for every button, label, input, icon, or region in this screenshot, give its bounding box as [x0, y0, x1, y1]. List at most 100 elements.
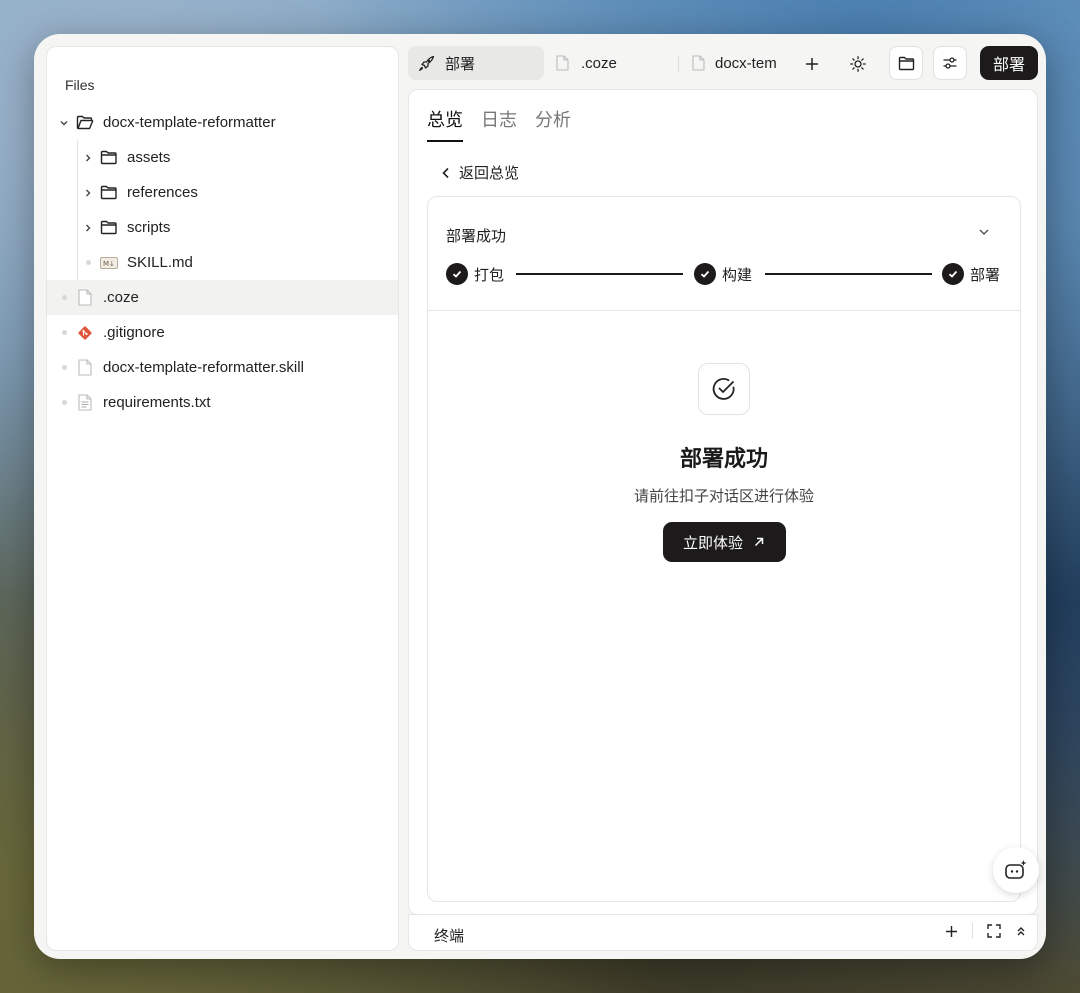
settings-button[interactable] [933, 46, 967, 80]
theme-toggle-button[interactable] [848, 54, 868, 74]
tab-label: 部署 [445, 55, 476, 73]
check-circle-icon [446, 263, 468, 285]
deploy-button[interactable]: 部署 [980, 46, 1038, 80]
files-button[interactable] [889, 46, 923, 80]
tree-item-label: SKILL.md [127, 254, 193, 271]
fullscreen-button[interactable] [987, 924, 1001, 938]
tree-item-label: docx-template-reformatter [103, 114, 276, 131]
step-connector [516, 273, 683, 275]
tree-item-label: scripts [127, 219, 171, 236]
tree-item-label: references [127, 184, 198, 201]
app-window: Files docx-template-reformatter assets r… [34, 34, 1046, 959]
deploy-steps: 打包 构建 部署 [446, 263, 1002, 285]
step-connector [765, 273, 932, 275]
rocket-icon [418, 55, 435, 72]
tree-item-skill-md[interactable]: M↓ SKILL.md [47, 245, 398, 280]
tab-label: .coze [581, 54, 617, 72]
subtab-bar: 总览 日志 分析 [427, 106, 571, 142]
tree-item-label: .gitignore [103, 324, 165, 341]
folder-icon [99, 219, 119, 237]
chevron-down-icon [979, 229, 989, 235]
card-header: 部署成功 打包 构建 部署 [428, 197, 1020, 311]
deploy-status-card: 部署成功 打包 构建 部署 部署成功 请前往扣子对话区进行体验 立即体验 [427, 196, 1021, 902]
subtab-logs[interactable]: 日志 [481, 106, 517, 142]
step-label: 打包 [474, 266, 505, 284]
back-to-overview-link[interactable]: 返回总览 [441, 162, 519, 183]
git-icon [75, 324, 95, 342]
file-icon [75, 359, 95, 377]
arrow-up-right-icon [754, 537, 764, 547]
success-subtitle: 请前往扣子对话区进行体验 [633, 488, 814, 505]
files-title: Files [65, 77, 95, 93]
back-label: 返回总览 [459, 165, 520, 182]
sun-icon [850, 56, 866, 72]
folder-icon [99, 149, 119, 167]
folder-icon [99, 184, 119, 202]
tab-label: docx-tem [715, 54, 777, 72]
chevron-down-icon [57, 118, 71, 128]
tab-deploy[interactable]: 部署 [408, 46, 544, 80]
ai-assistant-button[interactable] [993, 847, 1039, 893]
tree-dot [57, 365, 71, 370]
check-circle-icon [694, 263, 716, 285]
file-icon [75, 289, 95, 307]
tree-item-assets[interactable]: assets [47, 140, 398, 175]
fullscreen-icon [987, 924, 1001, 938]
tree-dot [81, 260, 95, 265]
step-build: 构建 [694, 263, 752, 285]
tree-dot [57, 330, 71, 335]
check-circle-icon [942, 263, 964, 285]
tab-bar: 部署 .coze docx-tem 部署 [408, 46, 1038, 82]
tree-item-scripts[interactable]: scripts [47, 210, 398, 245]
step-label: 构建 [722, 266, 753, 284]
file-explorer: Files docx-template-reformatter assets r… [46, 46, 399, 951]
step-package: 打包 [446, 263, 504, 285]
tree-item-label: .coze [103, 289, 139, 306]
bot-sparkle-icon [1005, 860, 1027, 879]
plus-icon [806, 58, 818, 70]
chevrons-up-icon [1017, 927, 1025, 936]
terminal-label: 终端 [434, 928, 465, 945]
tree-item-root-folder[interactable]: docx-template-reformatter [47, 105, 398, 140]
markdown-icon: M↓ [99, 254, 119, 272]
new-terminal-button[interactable] [945, 925, 958, 938]
tree-item-coze[interactable]: .coze [47, 280, 398, 315]
file-icon [692, 55, 705, 71]
tab-docx-template[interactable]: docx-tem [692, 46, 802, 80]
success-title: 部署成功 [679, 446, 768, 471]
folder-open-icon [75, 114, 95, 132]
file-tree: docx-template-reformatter assets referen… [47, 105, 398, 420]
chevron-right-icon [81, 223, 95, 233]
chevron-right-icon [81, 153, 95, 163]
tree-item-label: assets [127, 149, 171, 166]
tree-dot [57, 400, 71, 405]
tree-item-requirements[interactable]: requirements.txt [47, 385, 398, 420]
text-file-icon [75, 394, 95, 412]
tree-item-label: docx-template-reformatter.skill [103, 359, 304, 376]
main-panel: 总览 日志 分析 返回总览 部署成功 打包 构建 部署 部署成功 请前往扣子对话… [408, 89, 1038, 915]
tree-dot [57, 295, 71, 300]
tree-item-gitignore[interactable]: .gitignore [47, 315, 398, 350]
tree-item-skill-file[interactable]: docx-template-reformatter.skill [47, 350, 398, 385]
tab-divider [678, 56, 679, 72]
sliders-icon [943, 57, 957, 69]
terminal-bar[interactable]: 终端 [408, 914, 1038, 951]
chevron-left-icon [442, 167, 449, 178]
expand-terminal-button[interactable] [1015, 925, 1027, 937]
step-label: 部署 [970, 266, 1001, 284]
tree-item-label: requirements.txt [103, 394, 211, 411]
add-tab-button[interactable] [802, 54, 822, 74]
try-now-button[interactable]: 立即体验 [662, 522, 786, 562]
collapse-card-button[interactable] [978, 225, 990, 243]
tree-item-references[interactable]: references [47, 175, 398, 210]
terminal-actions [945, 923, 1027, 939]
file-icon [556, 55, 569, 71]
subtab-overview[interactable]: 总览 [427, 106, 463, 142]
divider [972, 923, 973, 939]
success-panel: 部署成功 请前往扣子对话区进行体验 立即体验 [428, 363, 1020, 562]
tab-coze[interactable]: .coze [556, 46, 674, 80]
card-title: 部署成功 [446, 228, 507, 245]
subtab-analytics[interactable]: 分析 [535, 106, 571, 142]
folder-icon [898, 56, 914, 70]
chevron-right-icon [81, 188, 95, 198]
